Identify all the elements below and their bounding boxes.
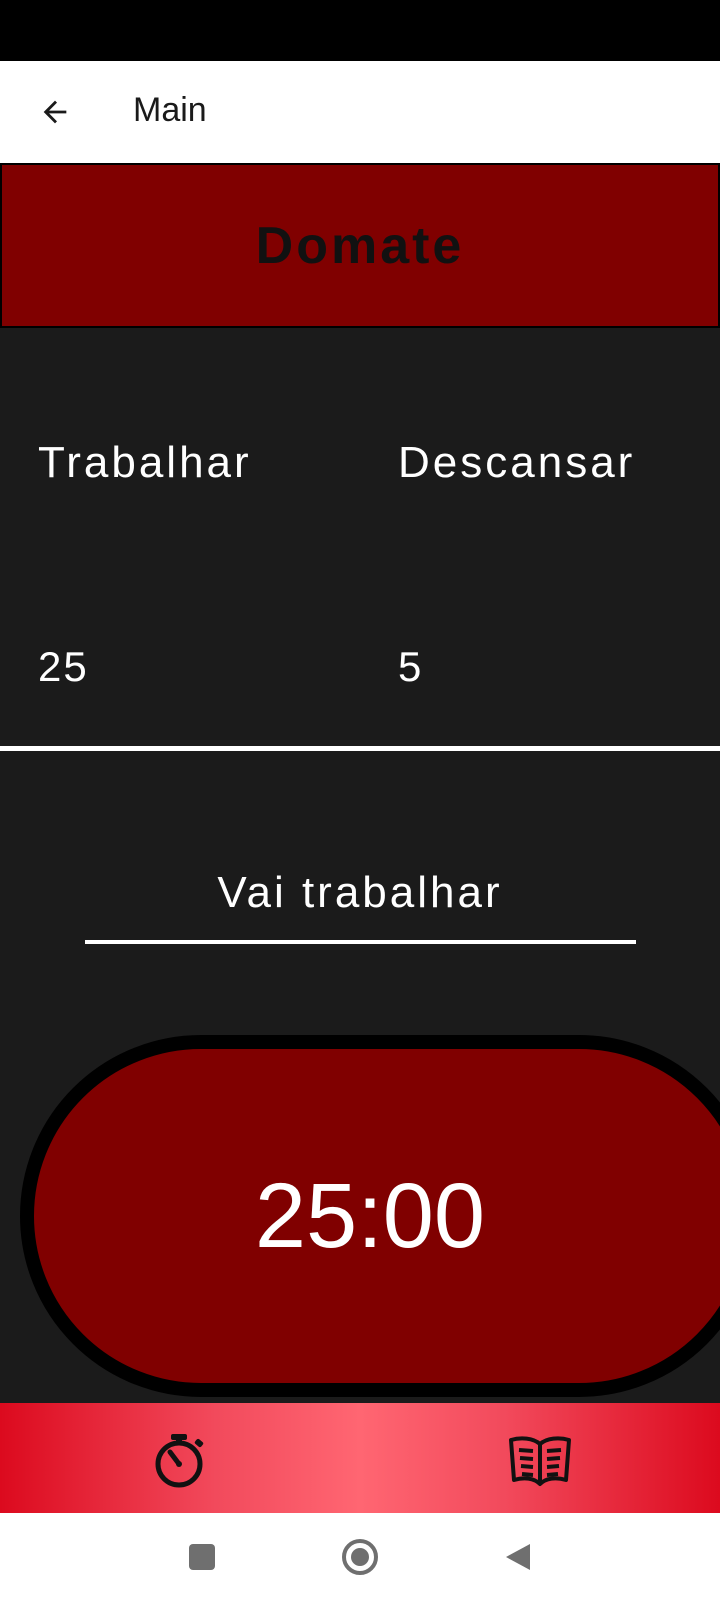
recents-square-icon (189, 1544, 215, 1570)
bottom-navigation (0, 1403, 720, 1513)
back-button[interactable] (30, 87, 80, 137)
book-open-icon (509, 1436, 571, 1486)
work-duration-input[interactable]: 25 (38, 643, 89, 691)
app-bar: Main (0, 61, 720, 163)
main-content: Domate Trabalhar Descansar 25 5 Vai trab… (0, 163, 720, 1403)
system-navigation (0, 1513, 720, 1600)
back-triangle-icon (506, 1544, 530, 1570)
nav-item-timer[interactable] (146, 1425, 216, 1495)
home-circle-icon (342, 1539, 378, 1575)
work-label: Trabalhar (38, 438, 252, 487)
recents-button[interactable] (180, 1535, 224, 1579)
home-button[interactable] (338, 1535, 382, 1579)
timer-display: 25:00 (254, 1164, 486, 1267)
banner-title: Domate (255, 216, 465, 275)
divider (0, 746, 720, 751)
rest-label: Descansar (398, 438, 636, 487)
arrow-left-icon (43, 100, 67, 124)
page-title: Main (133, 91, 207, 129)
timer-button[interactable]: 25:00 (20, 1035, 720, 1397)
stopwatch-icon (155, 1434, 204, 1488)
rest-duration-input[interactable]: 5 (398, 643, 423, 691)
status-text: Vai trabalhar (217, 868, 503, 917)
nav-item-book[interactable] (505, 1425, 575, 1495)
app-banner: Domate (0, 163, 720, 328)
status-bar (0, 0, 720, 61)
system-back-button[interactable] (496, 1535, 540, 1579)
status-underline (85, 940, 636, 944)
